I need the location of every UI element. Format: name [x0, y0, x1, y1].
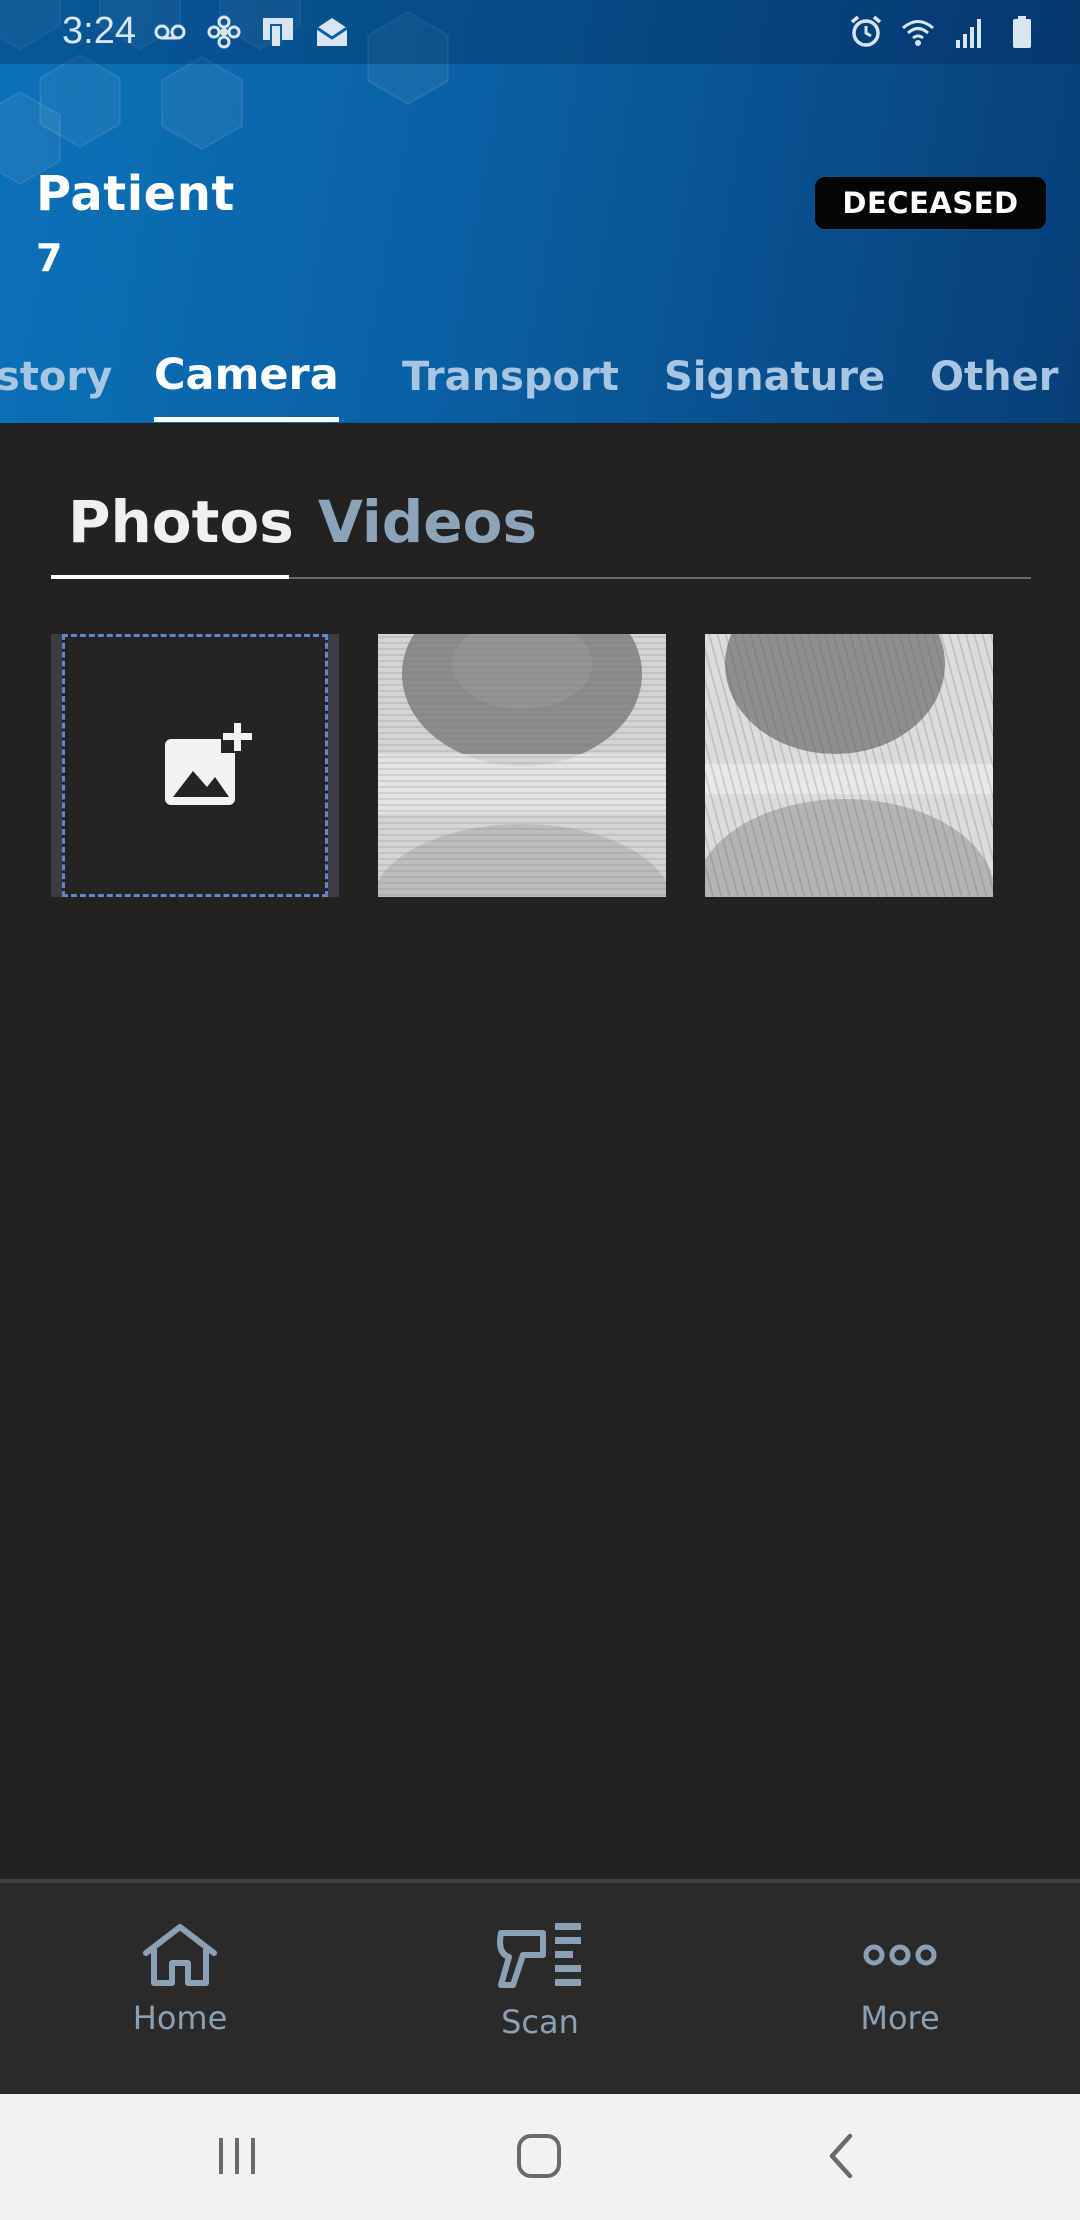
photo-image — [378, 634, 666, 897]
nav-scan[interactable]: Scan — [430, 1923, 650, 2073]
nav-more[interactable]: More — [790, 1923, 1010, 2073]
tab-other[interactable]: Other — [930, 354, 1058, 400]
media-tabs: Photos Videos — [51, 470, 1031, 580]
photo-image — [705, 634, 993, 897]
tab-photos[interactable]: Photos — [68, 488, 294, 556]
fan-icon — [207, 15, 241, 49]
back-icon[interactable] — [812, 2126, 872, 2186]
system-nav-bar — [0, 2094, 1080, 2220]
recent-apps-icon[interactable] — [207, 2126, 267, 2186]
nav-home[interactable]: Home — [70, 1923, 290, 2073]
active-tab-indicator — [154, 417, 339, 422]
cast-screen-icon — [263, 18, 293, 46]
tab-signature[interactable]: Signature — [664, 354, 885, 400]
battery-icon — [1013, 16, 1031, 48]
status-system-icons — [848, 14, 1040, 50]
nav-more-label: More — [860, 1999, 940, 2037]
alarm-icon — [850, 15, 882, 47]
voicemail-icon — [154, 24, 186, 40]
add-photo-button[interactable] — [51, 634, 339, 897]
photo-thumbnail[interactable] — [705, 634, 993, 897]
status-badge: DECEASED — [815, 177, 1046, 229]
page-title: Patient — [36, 166, 235, 222]
record-tabs: story Camera Transport Signature Other — [0, 340, 1080, 423]
patient-id: 7 — [36, 236, 63, 280]
add-photo-icon — [165, 719, 255, 805]
nav-home-label: Home — [132, 1999, 228, 2037]
bottom-nav: Home Scan More — [0, 1879, 1080, 2094]
tab-camera[interactable]: Camera — [154, 350, 339, 400]
nav-scan-label: Scan — [501, 2003, 579, 2041]
barcode-scanner-icon — [497, 1923, 581, 1988]
status-time: 3:24 — [62, 10, 136, 52]
mail-open-icon — [316, 18, 348, 46]
tab-history[interactable]: story — [0, 354, 112, 400]
status-notification-icons — [152, 14, 350, 50]
photo-grid — [51, 634, 1001, 897]
signal-icon — [956, 19, 981, 48]
app-header: 3:24 Patient 7 DECEASED story Camera Tra… — [0, 0, 1080, 423]
active-media-tab-indicator — [51, 575, 289, 579]
wifi-icon — [902, 20, 934, 46]
system-home-icon[interactable] — [509, 2126, 569, 2186]
tab-videos[interactable]: Videos — [318, 488, 537, 556]
more-icon — [863, 1944, 937, 1966]
home-icon — [143, 1924, 217, 1986]
photo-thumbnail[interactable] — [378, 634, 666, 897]
tab-transport[interactable]: Transport — [402, 354, 619, 400]
status-bar: 3:24 — [0, 0, 1080, 64]
